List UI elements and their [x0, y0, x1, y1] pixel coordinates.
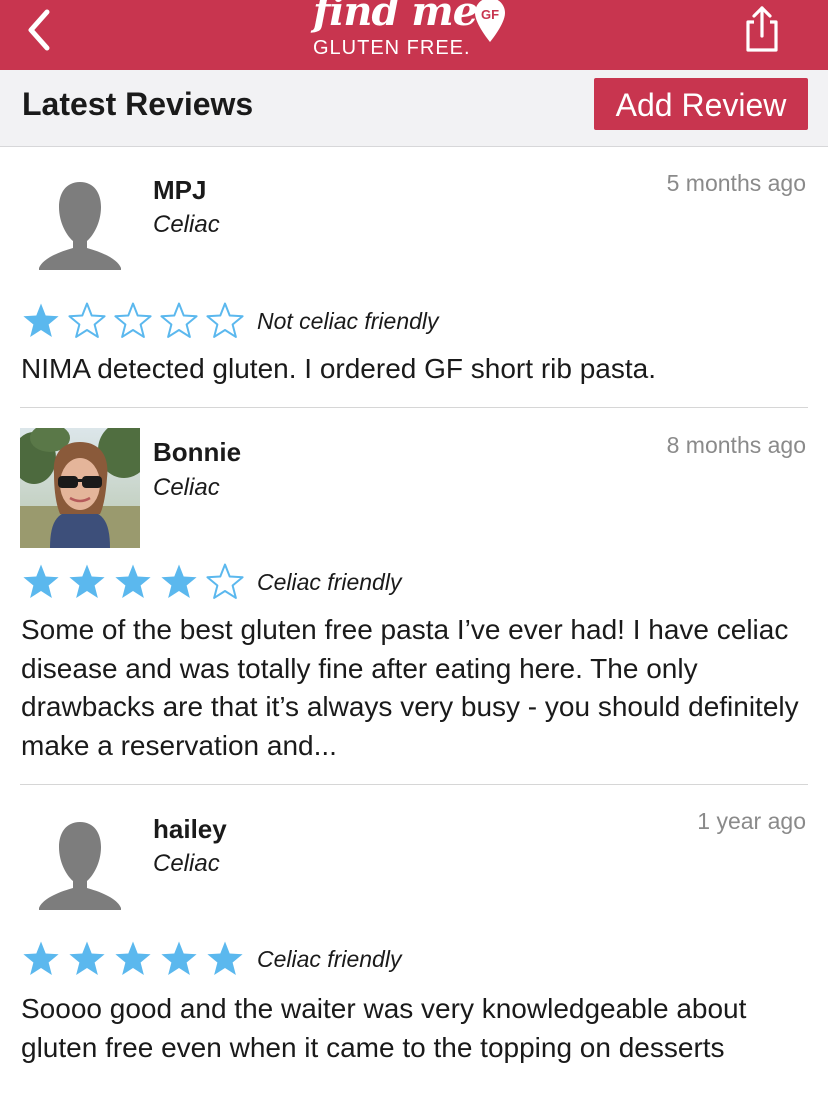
default-person-icon	[39, 182, 121, 270]
star-filled-icon	[23, 941, 59, 975]
review-text: Some of the best gluten free pasta I’ve …	[21, 614, 799, 761]
review-text: NIMA detected gluten. I ordered GF short…	[21, 353, 656, 384]
review-time: 5 months ago	[666, 170, 806, 196]
default-person-icon	[39, 822, 121, 910]
celiac-friendly-label: Celiac friendly	[257, 946, 402, 972]
reviews-header: Latest Reviews Add Review	[0, 70, 828, 147]
star-outline-icon	[68, 302, 106, 338]
share-icon[interactable]	[740, 4, 784, 56]
star-filled-icon	[23, 564, 59, 598]
reviewer-role: Celiac	[153, 850, 220, 877]
celiac-friendly-label: Not celiac friendly	[257, 308, 439, 334]
star-filled-icon	[115, 941, 151, 975]
logo-subtitle: GLUTEN FREE.	[313, 37, 471, 59]
add-review-button[interactable]: Add Review	[594, 78, 808, 130]
star-outline-icon	[206, 563, 244, 599]
star-filled-icon	[161, 941, 197, 975]
star-filled-icon	[69, 564, 105, 598]
star-rating	[23, 941, 243, 975]
star-filled-icon	[69, 941, 105, 975]
star-filled-icon	[23, 303, 59, 337]
logo-script-text: find me	[313, 0, 478, 35]
star-rating	[23, 563, 244, 599]
star-outline-icon	[160, 302, 198, 338]
gf-pin-icon: GF	[475, 0, 505, 42]
star-outline-icon	[206, 302, 244, 338]
findme-gluten-free-logo: find me GF GLUTEN FREE.	[305, 0, 530, 66]
reviewer-name: MPJ	[153, 175, 207, 205]
star-filled-icon	[161, 564, 197, 598]
divider	[20, 784, 808, 785]
review-time: 1 year ago	[697, 808, 806, 834]
reviewer-role: Celiac	[153, 211, 220, 238]
user-photo-avatar	[20, 428, 140, 548]
page-title: Latest Reviews	[22, 86, 254, 122]
logo-badge-text: GF	[481, 7, 499, 22]
star-rating	[23, 302, 244, 338]
divider	[20, 407, 808, 408]
reviewer-role: Celiac	[153, 474, 220, 501]
back-chevron-icon[interactable]	[20, 4, 70, 54]
celiac-friendly-label: Celiac friendly	[257, 569, 402, 595]
reviewer-name: Bonnie	[153, 437, 242, 467]
top-nav-bar: find me GF GLUTEN FREE.	[0, 0, 828, 70]
review-text: Soooo good and the waiter was very knowl…	[21, 993, 747, 1063]
star-filled-icon	[115, 564, 151, 598]
star-filled-icon	[207, 941, 243, 975]
reviewer-name: hailey	[153, 814, 227, 844]
review-time: 8 months ago	[666, 432, 806, 458]
star-outline-icon	[114, 302, 152, 338]
